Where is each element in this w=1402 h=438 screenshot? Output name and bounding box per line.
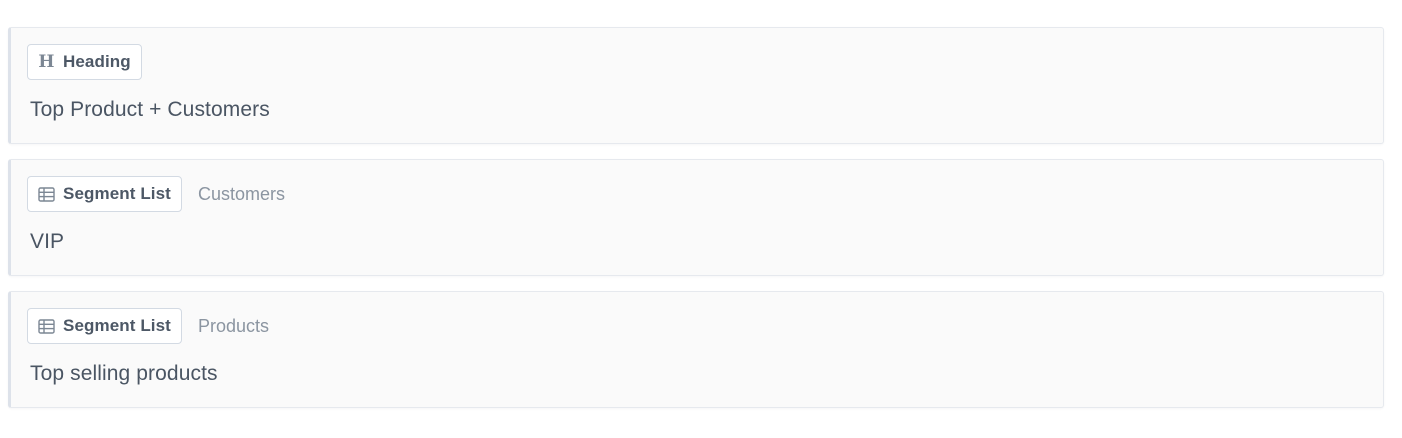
block-header: Segment List Products xyxy=(27,308,269,344)
block-type-badge[interactable]: Segment List xyxy=(27,308,182,344)
table-icon xyxy=(38,318,55,335)
table-icon xyxy=(38,186,55,203)
segment-list-block[interactable]: Segment List Products Top selling produc… xyxy=(8,291,1384,408)
block-type-label: Segment List xyxy=(63,184,171,203)
segment-list-block[interactable]: Segment List Customers VIP xyxy=(8,159,1384,276)
block-type-label: Segment List xyxy=(63,316,171,335)
block-header: H Heading xyxy=(27,44,142,80)
block-title: Top Product + Customers xyxy=(30,98,270,121)
block-context-label: Products xyxy=(197,315,269,336)
block-type-label: Heading xyxy=(63,52,131,71)
block-type-badge[interactable]: H Heading xyxy=(27,44,142,80)
block-list: H Heading Top Product + Customers Segmen… xyxy=(8,27,1384,423)
block-context-label: Customers xyxy=(197,183,285,204)
block-type-badge[interactable]: Segment List xyxy=(27,176,182,212)
heading-block[interactable]: H Heading Top Product + Customers xyxy=(8,27,1384,144)
block-title: Top selling products xyxy=(30,362,218,385)
block-title: VIP xyxy=(30,230,65,253)
block-header: Segment List Customers xyxy=(27,176,285,212)
heading-icon: H xyxy=(38,51,55,72)
